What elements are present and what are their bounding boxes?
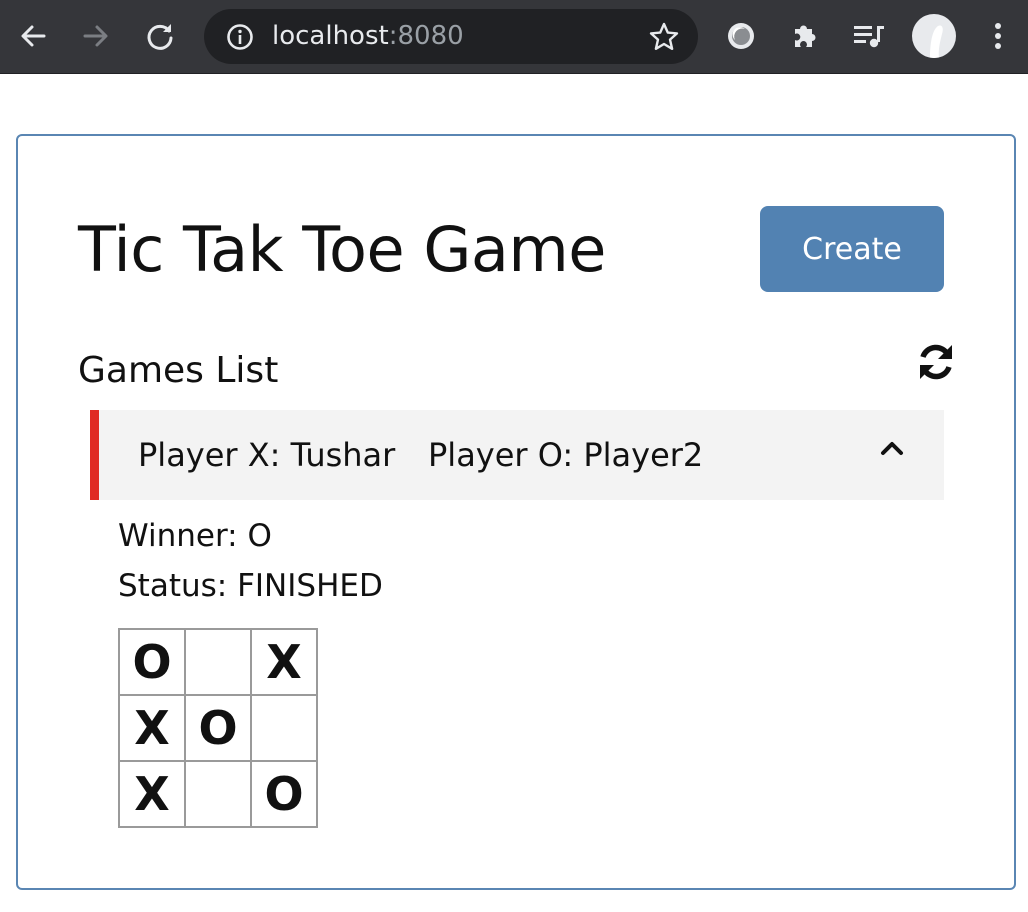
- winner-text: Winner: O: [118, 518, 272, 554]
- star-icon[interactable]: [648, 21, 680, 53]
- extension-button[interactable]: [718, 13, 764, 59]
- profile-icon: [930, 25, 943, 58]
- player-o-label: Player O: Player2: [428, 436, 704, 474]
- board-row: X O: [118, 694, 318, 762]
- info-icon[interactable]: [226, 23, 254, 51]
- kebab-menu-icon: [995, 23, 1001, 49]
- address-bar[interactable]: localhost:8080: [204, 9, 698, 64]
- reload-button[interactable]: [137, 13, 183, 59]
- board-row: O X: [118, 628, 318, 696]
- chevron-up-icon[interactable]: [879, 438, 905, 458]
- media-queue-icon: [854, 26, 884, 48]
- board-cell: O: [250, 760, 318, 828]
- puzzle-icon: [795, 25, 816, 47]
- games-list-heading: Games List: [78, 350, 279, 391]
- game-list-item[interactable]: Player X: Tushar Player O: Player2: [90, 410, 944, 500]
- status-text: Status: FINISHED: [118, 568, 383, 604]
- back-button[interactable]: [10, 13, 56, 59]
- forward-arrow-icon: [83, 25, 108, 47]
- refresh-icon[interactable]: [914, 340, 958, 384]
- address-url[interactable]: localhost:8080: [272, 21, 464, 51]
- board-cell: [184, 628, 252, 696]
- board-cell: O: [118, 628, 186, 696]
- forward-button[interactable]: [73, 13, 119, 59]
- browser-menu-button[interactable]: [975, 13, 1021, 59]
- url-port: :8080: [388, 21, 464, 51]
- board-cell: X: [118, 760, 186, 828]
- page-title: Tic Tak Toe Game: [78, 213, 606, 286]
- extension-icon: [728, 23, 754, 49]
- media-control-button[interactable]: [846, 13, 892, 59]
- board-cell: X: [250, 628, 318, 696]
- board-cell: [250, 694, 318, 762]
- game-board: O X X O X O: [118, 628, 318, 828]
- url-host: localhost: [272, 21, 389, 51]
- board-cell: [184, 760, 252, 828]
- browser-toolbar: localhost:8080: [0, 0, 1028, 74]
- create-button[interactable]: Create: [760, 206, 944, 292]
- game-card: Tic Tak Toe Game Create Games List Playe…: [16, 134, 1016, 890]
- back-arrow-icon: [21, 25, 46, 47]
- avatar[interactable]: [912, 14, 956, 58]
- extensions-menu-button[interactable]: [782, 13, 828, 59]
- board-row: X O: [118, 760, 318, 828]
- board-cell: X: [118, 694, 186, 762]
- reload-icon: [147, 24, 173, 50]
- player-x-label: Player X: Tushar: [138, 436, 396, 474]
- board-cell: O: [184, 694, 252, 762]
